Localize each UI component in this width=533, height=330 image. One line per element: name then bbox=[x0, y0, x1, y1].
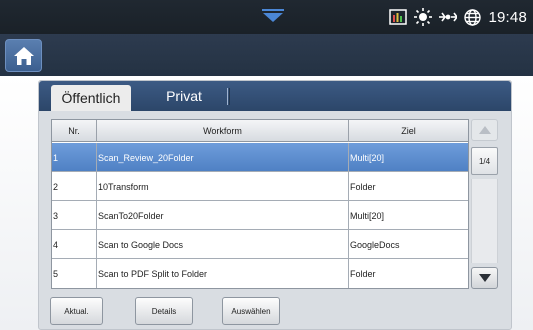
workform-table: Nr. Workform Ziel 1 Scan_Review_20Folder… bbox=[51, 119, 469, 289]
status-bar: 19:48 bbox=[0, 0, 533, 34]
table-row[interactable]: 2 10Transform Folder bbox=[52, 172, 468, 201]
data-usage-icon bbox=[389, 9, 408, 25]
tab-privat[interactable]: Privat bbox=[139, 81, 229, 111]
auswaehlen-button[interactable]: Auswählen bbox=[222, 297, 280, 325]
tab-oeffentlich[interactable]: Öffentlich bbox=[51, 85, 131, 111]
scroll-track[interactable] bbox=[471, 179, 498, 263]
tab-divider bbox=[227, 88, 228, 105]
table-row[interactable]: 4 Scan to Google Docs GoogleDocs bbox=[52, 230, 468, 259]
status-clock: 19:48 bbox=[488, 8, 527, 26]
table-row[interactable]: 3 ScanTo20Folder Multi[20] bbox=[52, 201, 468, 230]
triangle-up-icon bbox=[478, 126, 491, 134]
scroll-up-button[interactable] bbox=[471, 119, 498, 141]
cell-workform: Scan to PDF Split to Folder bbox=[97, 259, 349, 288]
table-header: Nr. Workform Ziel bbox=[52, 120, 468, 142]
cell-nr: 3 bbox=[52, 201, 97, 230]
scroll-down-button[interactable] bbox=[471, 267, 498, 289]
page-indicator: 1/4 bbox=[471, 147, 498, 175]
content-area: Öffentlich Privat Nr. Workform Ziel 1 Sc… bbox=[0, 76, 533, 330]
cell-workform: ScanTo20Folder bbox=[97, 201, 349, 230]
cell-ziel: Multi[20] bbox=[350, 152, 385, 163]
column-header-nr[interactable]: Nr. bbox=[52, 120, 97, 142]
cell-ziel: Folder bbox=[350, 181, 376, 192]
scroll-column: 1/4 bbox=[471, 119, 498, 289]
cell-nr: 1 bbox=[52, 143, 97, 172]
cell-ziel: Folder bbox=[350, 268, 376, 279]
details-button[interactable]: Details bbox=[135, 297, 193, 325]
cell-ziel: Multi[20] bbox=[350, 210, 385, 221]
brightness-icon bbox=[414, 8, 433, 26]
column-header-ziel[interactable]: Ziel bbox=[349, 120, 468, 142]
tab-bar: Öffentlich Privat bbox=[39, 81, 511, 111]
notification-pull-icon[interactable] bbox=[262, 9, 284, 23]
cell-ziel: GoogleDocs bbox=[350, 239, 400, 250]
home-button[interactable] bbox=[5, 39, 42, 72]
aktual-button[interactable]: Aktual. bbox=[50, 297, 103, 325]
tab-divider-shadow bbox=[229, 88, 230, 105]
globe-icon bbox=[464, 8, 482, 26]
triangle-down-icon bbox=[478, 274, 491, 282]
sync-icon bbox=[439, 12, 458, 22]
cell-nr: 5 bbox=[52, 259, 97, 288]
cell-nr: 2 bbox=[52, 172, 97, 201]
app-bar bbox=[0, 34, 533, 76]
cell-workform: 10Transform bbox=[97, 172, 349, 201]
column-header-workform[interactable]: Workform bbox=[97, 120, 349, 142]
cell-nr: 4 bbox=[52, 230, 97, 259]
workform-panel: Öffentlich Privat Nr. Workform Ziel 1 Sc… bbox=[38, 80, 512, 330]
cell-workform: Scan to Google Docs bbox=[97, 230, 349, 259]
home-icon bbox=[13, 46, 34, 65]
table-row[interactable]: 5 Scan to PDF Split to Folder Folder bbox=[52, 259, 468, 288]
cell-workform: Scan_Review_20Folder bbox=[97, 143, 349, 172]
table-row[interactable]: 1 Scan_Review_20Folder Multi[20] bbox=[52, 143, 468, 172]
